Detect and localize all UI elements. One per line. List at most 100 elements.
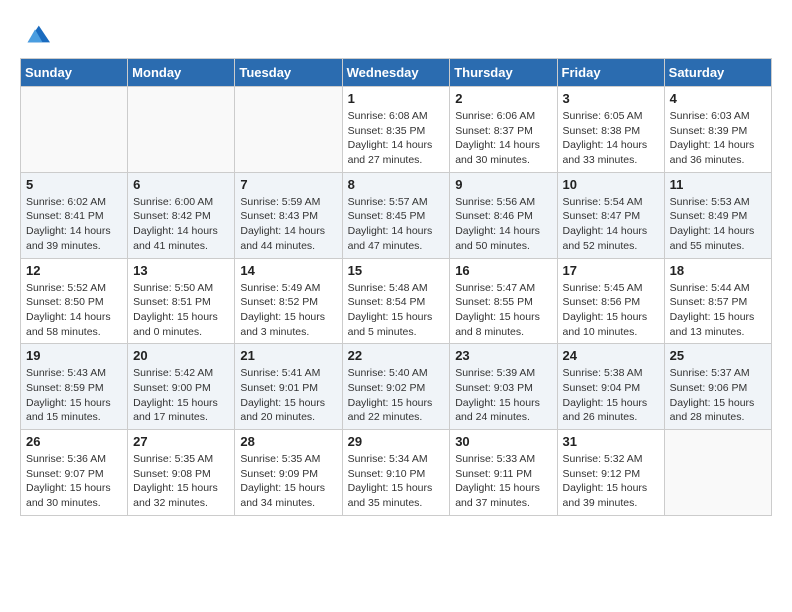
day-number: 27 — [133, 434, 229, 449]
day-info: Sunrise: 5:48 AM Sunset: 8:54 PM Dayligh… — [348, 281, 445, 340]
day-cell: 11Sunrise: 5:53 AM Sunset: 8:49 PM Dayli… — [664, 172, 771, 258]
day-info: Sunrise: 5:43 AM Sunset: 8:59 PM Dayligh… — [26, 366, 122, 425]
day-cell: 23 Sunrise: 5:39 AM Sunset: 9:03 PM Dayli… — [450, 344, 557, 430]
day-cell: 2 Sunrise: 6:06 AM Sunset: 8:37 PM Daylig… — [450, 87, 557, 173]
week-row-4: 19 Sunrise: 5:43 AM Sunset: 8:59 PM Dayli… — [21, 344, 772, 430]
day-number: 22 — [348, 348, 445, 363]
day-info: Sunrise: 5:47 AM Sunset: 8:55 PM Dayligh… — [455, 281, 551, 340]
day-cell: 12 Sunrise: 5:52 AM Sunset: 8:50 PM Dayli… — [21, 258, 128, 344]
day-info: Sunrise: 5:57 AM Sunset: 8:45 PM Dayligh… — [348, 195, 445, 254]
day-cell: 25 Sunrise: 5:37 AM Sunset: 9:06 PM Dayli… — [664, 344, 771, 430]
day-info: Sunrise: 6:03 AM Sunset: 8:39 PM Dayligh… — [670, 109, 766, 168]
day-number: 23 — [455, 348, 551, 363]
day-cell: 16 Sunrise: 5:47 AM Sunset: 8:55 PM Dayli… — [450, 258, 557, 344]
day-number: 19 — [26, 348, 122, 363]
day-number: 20 — [133, 348, 229, 363]
day-info: Sunrise: 5:53 AM Sunset: 8:49 PM Dayligh… — [670, 195, 766, 254]
day-cell: 15 Sunrise: 5:48 AM Sunset: 8:54 PM Dayli… — [342, 258, 450, 344]
day-info: Sunrise: 5:49 AM Sunset: 8:52 PM Dayligh… — [240, 281, 336, 340]
week-row-1: 1 Sunrise: 6:08 AM Sunset: 8:35 PM Daylig… — [21, 87, 772, 173]
day-cell: 22 Sunrise: 5:40 AM Sunset: 9:02 PM Dayli… — [342, 344, 450, 430]
day-cell: 1 Sunrise: 6:08 AM Sunset: 8:35 PM Daylig… — [342, 87, 450, 173]
day-info: Sunrise: 6:06 AM Sunset: 8:37 PM Dayligh… — [455, 109, 551, 168]
day-info: Sunrise: 5:34 AM Sunset: 9:10 PM Dayligh… — [348, 452, 445, 511]
logo-icon — [22, 20, 50, 48]
day-cell: 19 Sunrise: 5:43 AM Sunset: 8:59 PM Dayli… — [21, 344, 128, 430]
day-number: 31 — [563, 434, 659, 449]
day-cell: 21 Sunrise: 5:41 AM Sunset: 9:01 PM Dayli… — [235, 344, 342, 430]
day-cell: 29Sunrise: 5:34 AM Sunset: 9:10 PM Dayli… — [342, 430, 450, 516]
day-cell: 17 Sunrise: 5:45 AM Sunset: 8:56 PM Dayli… — [557, 258, 664, 344]
day-info: Sunrise: 6:08 AM Sunset: 8:35 PM Dayligh… — [348, 109, 445, 168]
day-cell: 28 Sunrise: 5:35 AM Sunset: 9:09 PM Dayli… — [235, 430, 342, 516]
day-number: 6 — [133, 177, 229, 192]
day-cell: 8 Sunrise: 5:57 AM Sunset: 8:45 PM Daylig… — [342, 172, 450, 258]
day-cell: 13 Sunrise: 5:50 AM Sunset: 8:51 PM Dayli… — [128, 258, 235, 344]
day-number: 21 — [240, 348, 336, 363]
day-number: 2 — [455, 91, 551, 106]
day-number: 18 — [670, 263, 766, 278]
day-cell: 18 Sunrise: 5:44 AM Sunset: 8:57 PM Dayli… — [664, 258, 771, 344]
weekday-thursday: Thursday — [450, 59, 557, 87]
day-number: 9 — [455, 177, 551, 192]
day-cell: 3 Sunrise: 6:05 AM Sunset: 8:38 PM Daylig… — [557, 87, 664, 173]
weekday-wednesday: Wednesday — [342, 59, 450, 87]
day-info: Sunrise: 5:39 AM Sunset: 9:03 PM Dayligh… — [455, 366, 551, 425]
day-number: 4 — [670, 91, 766, 106]
day-cell — [21, 87, 128, 173]
day-info: Sunrise: 6:00 AM Sunset: 8:42 PM Dayligh… — [133, 195, 229, 254]
day-cell: 4 Sunrise: 6:03 AM Sunset: 8:39 PM Daylig… — [664, 87, 771, 173]
day-cell: 10Sunrise: 5:54 AM Sunset: 8:47 PM Dayli… — [557, 172, 664, 258]
day-info: Sunrise: 5:59 AM Sunset: 8:43 PM Dayligh… — [240, 195, 336, 254]
day-info: Sunrise: 6:05 AM Sunset: 8:38 PM Dayligh… — [563, 109, 659, 168]
weekday-header-row: SundayMondayTuesdayWednesdayThursdayFrid… — [21, 59, 772, 87]
day-info: Sunrise: 5:50 AM Sunset: 8:51 PM Dayligh… — [133, 281, 229, 340]
day-number: 7 — [240, 177, 336, 192]
day-info: Sunrise: 5:56 AM Sunset: 8:46 PM Dayligh… — [455, 195, 551, 254]
day-number: 1 — [348, 91, 445, 106]
day-info: Sunrise: 5:38 AM Sunset: 9:04 PM Dayligh… — [563, 366, 659, 425]
day-number: 12 — [26, 263, 122, 278]
weekday-saturday: Saturday — [664, 59, 771, 87]
day-number: 13 — [133, 263, 229, 278]
day-info: Sunrise: 5:45 AM Sunset: 8:56 PM Dayligh… — [563, 281, 659, 340]
day-number: 17 — [563, 263, 659, 278]
day-cell — [128, 87, 235, 173]
weekday-friday: Friday — [557, 59, 664, 87]
day-number: 28 — [240, 434, 336, 449]
day-number: 25 — [670, 348, 766, 363]
day-number: 8 — [348, 177, 445, 192]
day-info: Sunrise: 5:36 AM Sunset: 9:07 PM Dayligh… — [26, 452, 122, 511]
day-info: Sunrise: 5:52 AM Sunset: 8:50 PM Dayligh… — [26, 281, 122, 340]
day-number: 26 — [26, 434, 122, 449]
day-cell: 24 Sunrise: 5:38 AM Sunset: 9:04 PM Dayli… — [557, 344, 664, 430]
weekday-sunday: Sunday — [21, 59, 128, 87]
day-cell: 14 Sunrise: 5:49 AM Sunset: 8:52 PM Dayli… — [235, 258, 342, 344]
day-cell: 30Sunrise: 5:33 AM Sunset: 9:11 PM Dayli… — [450, 430, 557, 516]
day-info: Sunrise: 5:40 AM Sunset: 9:02 PM Dayligh… — [348, 366, 445, 425]
day-number: 14 — [240, 263, 336, 278]
day-cell: 26 Sunrise: 5:36 AM Sunset: 9:07 PM Dayli… — [21, 430, 128, 516]
day-number: 16 — [455, 263, 551, 278]
day-info: Sunrise: 5:35 AM Sunset: 9:08 PM Dayligh… — [133, 452, 229, 511]
day-info: Sunrise: 5:41 AM Sunset: 9:01 PM Dayligh… — [240, 366, 336, 425]
day-number: 15 — [348, 263, 445, 278]
calendar-table: SundayMondayTuesdayWednesdayThursdayFrid… — [20, 58, 772, 516]
day-info: Sunrise: 6:02 AM Sunset: 8:41 PM Dayligh… — [26, 195, 122, 254]
day-info: Sunrise: 5:35 AM Sunset: 9:09 PM Dayligh… — [240, 452, 336, 511]
day-cell: 20 Sunrise: 5:42 AM Sunset: 9:00 PM Dayli… — [128, 344, 235, 430]
weekday-tuesday: Tuesday — [235, 59, 342, 87]
day-cell: 9 Sunrise: 5:56 AM Sunset: 8:46 PM Daylig… — [450, 172, 557, 258]
day-number: 24 — [563, 348, 659, 363]
week-row-3: 12 Sunrise: 5:52 AM Sunset: 8:50 PM Dayli… — [21, 258, 772, 344]
day-info: Sunrise: 5:42 AM Sunset: 9:00 PM Dayligh… — [133, 366, 229, 425]
week-row-2: 5 Sunrise: 6:02 AM Sunset: 8:41 PM Daylig… — [21, 172, 772, 258]
logo — [20, 20, 50, 48]
day-info: Sunrise: 5:44 AM Sunset: 8:57 PM Dayligh… — [670, 281, 766, 340]
day-number: 5 — [26, 177, 122, 192]
day-info: Sunrise: 5:32 AM Sunset: 9:12 PM Dayligh… — [563, 452, 659, 511]
day-info: Sunrise: 5:37 AM Sunset: 9:06 PM Dayligh… — [670, 366, 766, 425]
day-number: 3 — [563, 91, 659, 106]
page-header — [20, 20, 772, 48]
day-cell: 27 Sunrise: 5:35 AM Sunset: 9:08 PM Dayli… — [128, 430, 235, 516]
